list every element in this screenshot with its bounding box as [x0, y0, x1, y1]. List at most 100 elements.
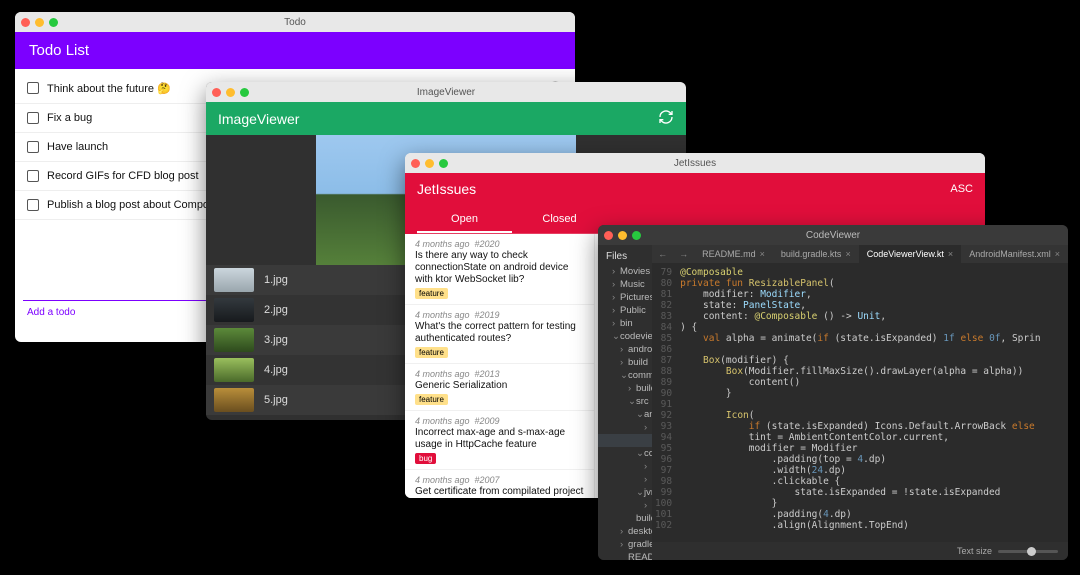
- caret-icon: ›: [612, 279, 620, 290]
- issue-list-item[interactable]: 4 months ago #2020 Is there any way to c…: [405, 234, 594, 305]
- tree-item[interactable]: ›build: [598, 356, 652, 369]
- minimize-icon[interactable]: [618, 231, 627, 240]
- nav-forward-icon[interactable]: →: [673, 249, 694, 259]
- issues-list[interactable]: 4 months ago #2020 Is there any way to c…: [405, 234, 594, 498]
- code-text: .width(24.dp): [680, 465, 846, 476]
- code-text: tint = AmbientContentColor.current,: [680, 432, 949, 443]
- cv-titlebar[interactable]: CodeViewer: [598, 225, 1068, 245]
- tree-item[interactable]: ›Public: [598, 304, 652, 317]
- sort-button[interactable]: ASC: [950, 183, 973, 195]
- tree-item[interactable]: ⌄jvmMain: [598, 486, 652, 499]
- tab-open[interactable]: Open: [417, 207, 512, 233]
- tree-item[interactable]: ⌄commonMain: [598, 447, 652, 460]
- line-number: 100: [652, 498, 680, 509]
- close-tab-icon[interactable]: ×: [948, 249, 953, 259]
- refresh-icon[interactable]: [658, 109, 674, 128]
- close-icon[interactable]: [21, 18, 30, 27]
- caret-icon: ⌄: [636, 487, 644, 498]
- traffic-lights: [411, 159, 448, 168]
- issue-meta: 4 months ago #2009: [415, 416, 584, 426]
- code-line: 79@Composable: [652, 267, 1068, 278]
- ji-titlebar[interactable]: JetIssues: [405, 153, 985, 173]
- tree-item[interactable]: ›kotlin: [598, 460, 652, 473]
- line-number: 102: [652, 520, 680, 531]
- tree-item[interactable]: ⌄androidMain: [598, 408, 652, 421]
- tree-item[interactable]: README.md: [598, 551, 652, 560]
- code-text: ) {: [680, 322, 697, 333]
- thumbnail: [214, 268, 254, 292]
- tree-item[interactable]: ›Music: [598, 278, 652, 291]
- close-icon[interactable]: [411, 159, 420, 168]
- code-text: Box(Modifier.fillMaxSize().drawLayer(alp…: [680, 366, 1023, 377]
- caret-icon: ›: [644, 500, 652, 511]
- caret-icon: ›: [620, 357, 628, 368]
- editor-tabs: ← → README.md×build.gradle.kts×CodeViewe…: [652, 245, 1068, 263]
- tree-item[interactable]: build.gradle.kts: [598, 512, 652, 525]
- checkbox-icon[interactable]: [27, 141, 39, 153]
- tree-item-label: build.gradle.kts: [636, 513, 652, 524]
- editor-tab[interactable]: build.gradle.kts×: [773, 245, 859, 263]
- tree-item-label: build: [636, 383, 652, 394]
- close-tab-icon[interactable]: ×: [1055, 249, 1060, 259]
- todo-item-label: Think about the future 🤔: [47, 82, 171, 95]
- tree-item[interactable]: AndroidManifest.xml: [598, 434, 652, 447]
- editor-tab[interactable]: AndroidManifest.xml×: [961, 245, 1068, 263]
- checkbox-icon[interactable]: [27, 199, 39, 211]
- tree-item-label: README.md: [628, 552, 652, 560]
- line-number: 82: [652, 300, 680, 311]
- close-icon[interactable]: [604, 231, 613, 240]
- caret-icon: ›: [620, 539, 628, 550]
- close-tab-icon[interactable]: ×: [760, 249, 765, 259]
- close-tab-icon[interactable]: ×: [845, 249, 850, 259]
- file-tree[interactable]: Files ›Movies›Music›Pictures›Public›bin⌄…: [598, 245, 652, 560]
- minimize-icon[interactable]: [425, 159, 434, 168]
- code-line: 83 content: @Composable () -> Unit,: [652, 311, 1068, 322]
- zoom-icon[interactable]: [439, 159, 448, 168]
- editor-tab[interactable]: CodeViewerView.kt×: [859, 245, 961, 263]
- text-size-slider[interactable]: [998, 550, 1058, 553]
- nav-back-icon[interactable]: ←: [652, 249, 673, 259]
- checkbox-icon[interactable]: [27, 82, 39, 94]
- issue-list-item[interactable]: 4 months ago #2019 What's the correct pa…: [405, 305, 594, 364]
- tree-item[interactable]: ›kotlin: [598, 421, 652, 434]
- tree-item[interactable]: ›gradle: [598, 538, 652, 551]
- issue-list-item[interactable]: 4 months ago #2007 Get certificate from …: [405, 470, 594, 498]
- code-text: .padding(top = 4.dp): [680, 454, 886, 465]
- line-number: 90: [652, 388, 680, 399]
- tree-item[interactable]: ›build: [598, 382, 652, 395]
- thumbnail: [214, 298, 254, 322]
- tree-item[interactable]: ⌄src: [598, 395, 652, 408]
- code-editor[interactable]: 79@Composable80private fun ResizablePane…: [652, 263, 1068, 542]
- code-line: 81 modifier: Modifier,: [652, 289, 1068, 300]
- tree-item[interactable]: ⌄common: [598, 369, 652, 382]
- editor-tab[interactable]: README.md×: [694, 245, 773, 263]
- tab-closed[interactable]: Closed: [512, 207, 607, 233]
- issue-list-item[interactable]: 4 months ago #2013 Generic Serialization…: [405, 364, 594, 411]
- tree-item[interactable]: ›bin: [598, 317, 652, 330]
- caret-icon: ⌄: [620, 370, 628, 381]
- iv-header: ImageViewer: [206, 102, 686, 135]
- tree-item[interactable]: ›android: [598, 343, 652, 356]
- zoom-icon[interactable]: [49, 18, 58, 27]
- checkbox-icon[interactable]: [27, 170, 39, 182]
- tree-item[interactable]: ›kotlin: [598, 499, 652, 512]
- close-icon[interactable]: [212, 88, 221, 97]
- code-text: }: [680, 388, 731, 399]
- code-text: .clickable {: [680, 476, 840, 487]
- tree-item[interactable]: ›Movies: [598, 265, 652, 278]
- minimize-icon[interactable]: [35, 18, 44, 27]
- tree-item[interactable]: ›Pictures: [598, 291, 652, 304]
- zoom-icon[interactable]: [240, 88, 249, 97]
- checkbox-icon[interactable]: [27, 112, 39, 124]
- issue-list-item[interactable]: 4 months ago #2009 Incorrect max-age and…: [405, 411, 594, 470]
- tree-item[interactable]: ›resources: [598, 473, 652, 486]
- zoom-icon[interactable]: [632, 231, 641, 240]
- line-number: 83: [652, 311, 680, 322]
- tree-item[interactable]: ›desktop: [598, 525, 652, 538]
- tree-item[interactable]: ⌄codeviewer: [598, 330, 652, 343]
- todo-titlebar[interactable]: Todo: [15, 12, 575, 32]
- minimize-icon[interactable]: [226, 88, 235, 97]
- code-line: 85 val alpha = animate(if (state.isExpan…: [652, 333, 1068, 344]
- file-tree-header: Files: [598, 251, 652, 265]
- iv-titlebar[interactable]: ImageViewer: [206, 82, 686, 102]
